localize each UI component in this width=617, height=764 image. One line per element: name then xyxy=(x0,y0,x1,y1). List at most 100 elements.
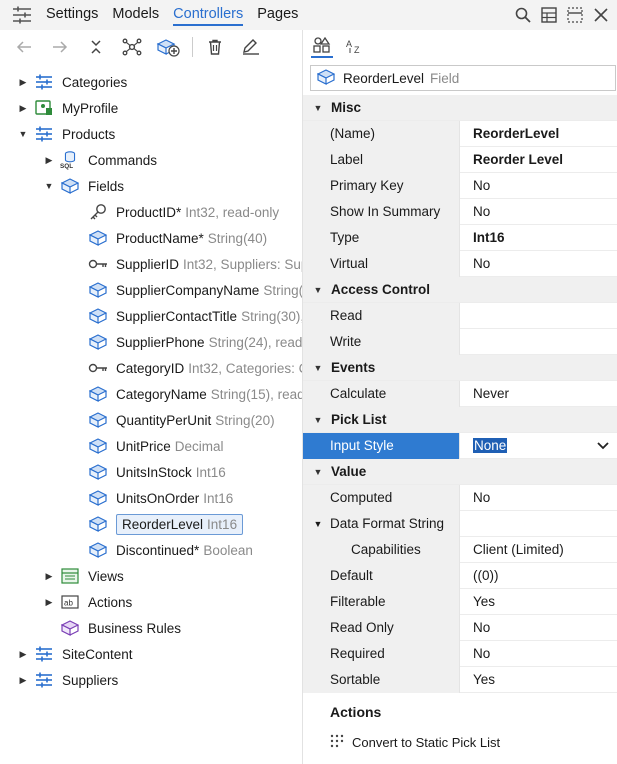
categorized-view-icon[interactable] xyxy=(311,34,333,58)
tree-node[interactable]: CategoryName String(15), read- xyxy=(72,381,309,407)
tree-node[interactable]: SupplierContactTitle String(30), r xyxy=(72,303,312,329)
tab-settings[interactable]: Settings xyxy=(46,6,98,26)
tree-node[interactable]: Business Rules xyxy=(44,615,181,641)
chevron-down-icon[interactable] xyxy=(597,439,609,453)
expanded-arrow-icon[interactable]: ▼ xyxy=(311,415,325,425)
convert-to-static-pick-list-action[interactable]: Convert to Static Pick List xyxy=(330,734,500,751)
hierarchy-icon[interactable] xyxy=(120,35,144,59)
tree-node[interactable]: SupplierID Int32, Suppliers: Supp xyxy=(72,251,316,277)
delete-icon[interactable] xyxy=(203,35,227,59)
property-row[interactable]: Show In Summary No xyxy=(303,198,617,225)
property-value[interactable]: No xyxy=(460,490,617,505)
expanded-arrow-icon[interactable]: ▼ xyxy=(311,519,325,529)
property-row[interactable]: Required No xyxy=(303,640,617,667)
property-row[interactable]: Computed No xyxy=(303,484,617,511)
property-row[interactable]: Virtual No xyxy=(303,250,617,277)
sliders-menu-icon[interactable] xyxy=(12,6,32,24)
property-value[interactable]: Reorder Level xyxy=(460,152,617,167)
tree-node[interactable]: ▼ Products xyxy=(18,121,115,147)
tab-pages[interactable]: Pages xyxy=(257,6,298,26)
property-name: Read xyxy=(330,308,363,323)
tree-node[interactable]: ▶ Categories xyxy=(18,69,127,95)
property-value[interactable]: No xyxy=(460,178,617,193)
tree-node[interactable]: UnitsOnOrder Int16 xyxy=(72,485,233,511)
tree-node[interactable]: ProductID* Int32, read-only xyxy=(72,199,279,225)
collapsed-arrow-icon[interactable]: ▶ xyxy=(18,649,28,660)
tab-controllers[interactable]: Controllers xyxy=(173,6,244,26)
tree-node[interactable]: ▶ SiteContent xyxy=(18,641,133,667)
tree-node[interactable]: ▶ Views xyxy=(44,563,124,589)
tree-node[interactable]: ▼ Fields xyxy=(44,173,124,199)
tree-node[interactable]: ProductName* String(40) xyxy=(72,225,267,251)
property-value[interactable]: None xyxy=(460,433,617,459)
tree-node[interactable]: ▶ SQL Commands xyxy=(44,147,157,173)
property-value[interactable]: Yes xyxy=(460,594,617,609)
property-row[interactable]: (Name) ReorderLevel xyxy=(303,120,617,147)
property-value[interactable]: No xyxy=(460,256,617,271)
property-category[interactable]: ▼ Events xyxy=(303,355,617,381)
property-row[interactable]: Filterable Yes xyxy=(303,588,617,615)
tree-node[interactable]: QuantityPerUnit String(20) xyxy=(72,407,275,433)
collapsed-arrow-icon[interactable]: ▶ xyxy=(18,77,28,88)
property-value[interactable]: No xyxy=(460,620,617,635)
expanded-arrow-icon[interactable]: ▼ xyxy=(311,103,325,113)
property-category[interactable]: ▼ Value xyxy=(303,459,617,485)
property-value[interactable]: ((0)) xyxy=(460,568,617,583)
property-row[interactable]: Capabilities Client (Limited) xyxy=(303,536,617,563)
property-row[interactable]: Type Int16 xyxy=(303,224,617,251)
expanded-arrow-icon[interactable]: ▼ xyxy=(311,467,325,477)
property-value[interactable]: Int16 xyxy=(460,230,617,245)
property-value[interactable]: Client (Limited) xyxy=(460,542,617,557)
tree-node[interactable]: SupplierCompanyName String(4 xyxy=(72,277,311,303)
property-category[interactable]: ▼ Pick List xyxy=(303,407,617,433)
tree-node[interactable]: UnitsInStock Int16 xyxy=(72,459,226,485)
add-field-icon[interactable] xyxy=(156,35,180,59)
forward-arrow-icon[interactable] xyxy=(48,35,72,59)
tree-node[interactable]: Discontinued* Boolean xyxy=(72,537,253,563)
selected-object-box[interactable]: ReorderLevel Field xyxy=(310,65,616,91)
tree-node[interactable]: CategoryID Int32, Categories: Ca xyxy=(72,355,316,381)
close-icon[interactable] xyxy=(591,5,611,25)
collapsed-arrow-icon[interactable]: ▶ xyxy=(18,103,28,114)
property-value[interactable]: Yes xyxy=(460,672,617,687)
tree-node[interactable]: ▶ ab Actions xyxy=(44,589,133,615)
tree-node[interactable]: ReorderLevel Int16 xyxy=(72,511,244,537)
search-icon[interactable] xyxy=(513,5,533,25)
expanded-arrow-icon[interactable]: ▼ xyxy=(44,181,54,191)
tree-node[interactable]: SupplierPhone String(24), read-o xyxy=(72,329,314,355)
property-row[interactable]: Input Style None xyxy=(303,432,617,459)
collapse-all-icon[interactable] xyxy=(84,35,108,59)
edit-icon[interactable] xyxy=(239,35,263,59)
property-row[interactable]: Label Reorder Level xyxy=(303,146,617,173)
collapsed-arrow-icon[interactable]: ▶ xyxy=(44,155,54,166)
property-value[interactable]: No xyxy=(460,646,617,661)
collapsed-arrow-icon[interactable]: ▶ xyxy=(44,571,54,582)
property-row[interactable]: Calculate Never xyxy=(303,380,617,407)
expanded-arrow-icon[interactable]: ▼ xyxy=(18,129,28,139)
property-value[interactable]: Never xyxy=(460,386,617,401)
property-value[interactable]: ReorderLevel xyxy=(460,126,617,141)
property-row[interactable]: Read Only No xyxy=(303,614,617,641)
property-category[interactable]: ▼ Misc xyxy=(303,95,617,121)
property-row[interactable]: Write xyxy=(303,328,617,355)
property-category[interactable]: ▼ Access Control xyxy=(303,277,617,303)
property-row[interactable]: Primary Key No xyxy=(303,172,617,199)
alphabetical-sort-icon[interactable]: AZ xyxy=(343,34,365,58)
grid-view-icon[interactable] xyxy=(539,5,559,25)
expanded-arrow-icon[interactable]: ▼ xyxy=(311,363,325,373)
tree-node[interactable]: ▶ Suppliers xyxy=(18,667,118,693)
tab-models[interactable]: Models xyxy=(112,6,159,26)
expanded-arrow-icon[interactable]: ▼ xyxy=(311,285,325,295)
collapsed-arrow-icon[interactable]: ▶ xyxy=(44,597,54,608)
property-row[interactable]: Default ((0)) xyxy=(303,562,617,589)
property-value[interactable]: No xyxy=(460,204,617,219)
collapsed-arrow-icon[interactable]: ▶ xyxy=(18,675,28,686)
tree-node[interactable]: ▶ MyProfile xyxy=(18,95,118,121)
property-row[interactable]: ▼ Data Format String xyxy=(303,510,617,537)
tree-node[interactable]: UnitPrice Decimal xyxy=(72,433,224,459)
property-row[interactable]: Sortable Yes xyxy=(303,666,617,693)
property-row[interactable]: Read xyxy=(303,302,617,329)
field-icon xyxy=(88,462,108,482)
layout-dotted-icon[interactable] xyxy=(565,5,585,25)
back-arrow-icon[interactable] xyxy=(12,35,36,59)
